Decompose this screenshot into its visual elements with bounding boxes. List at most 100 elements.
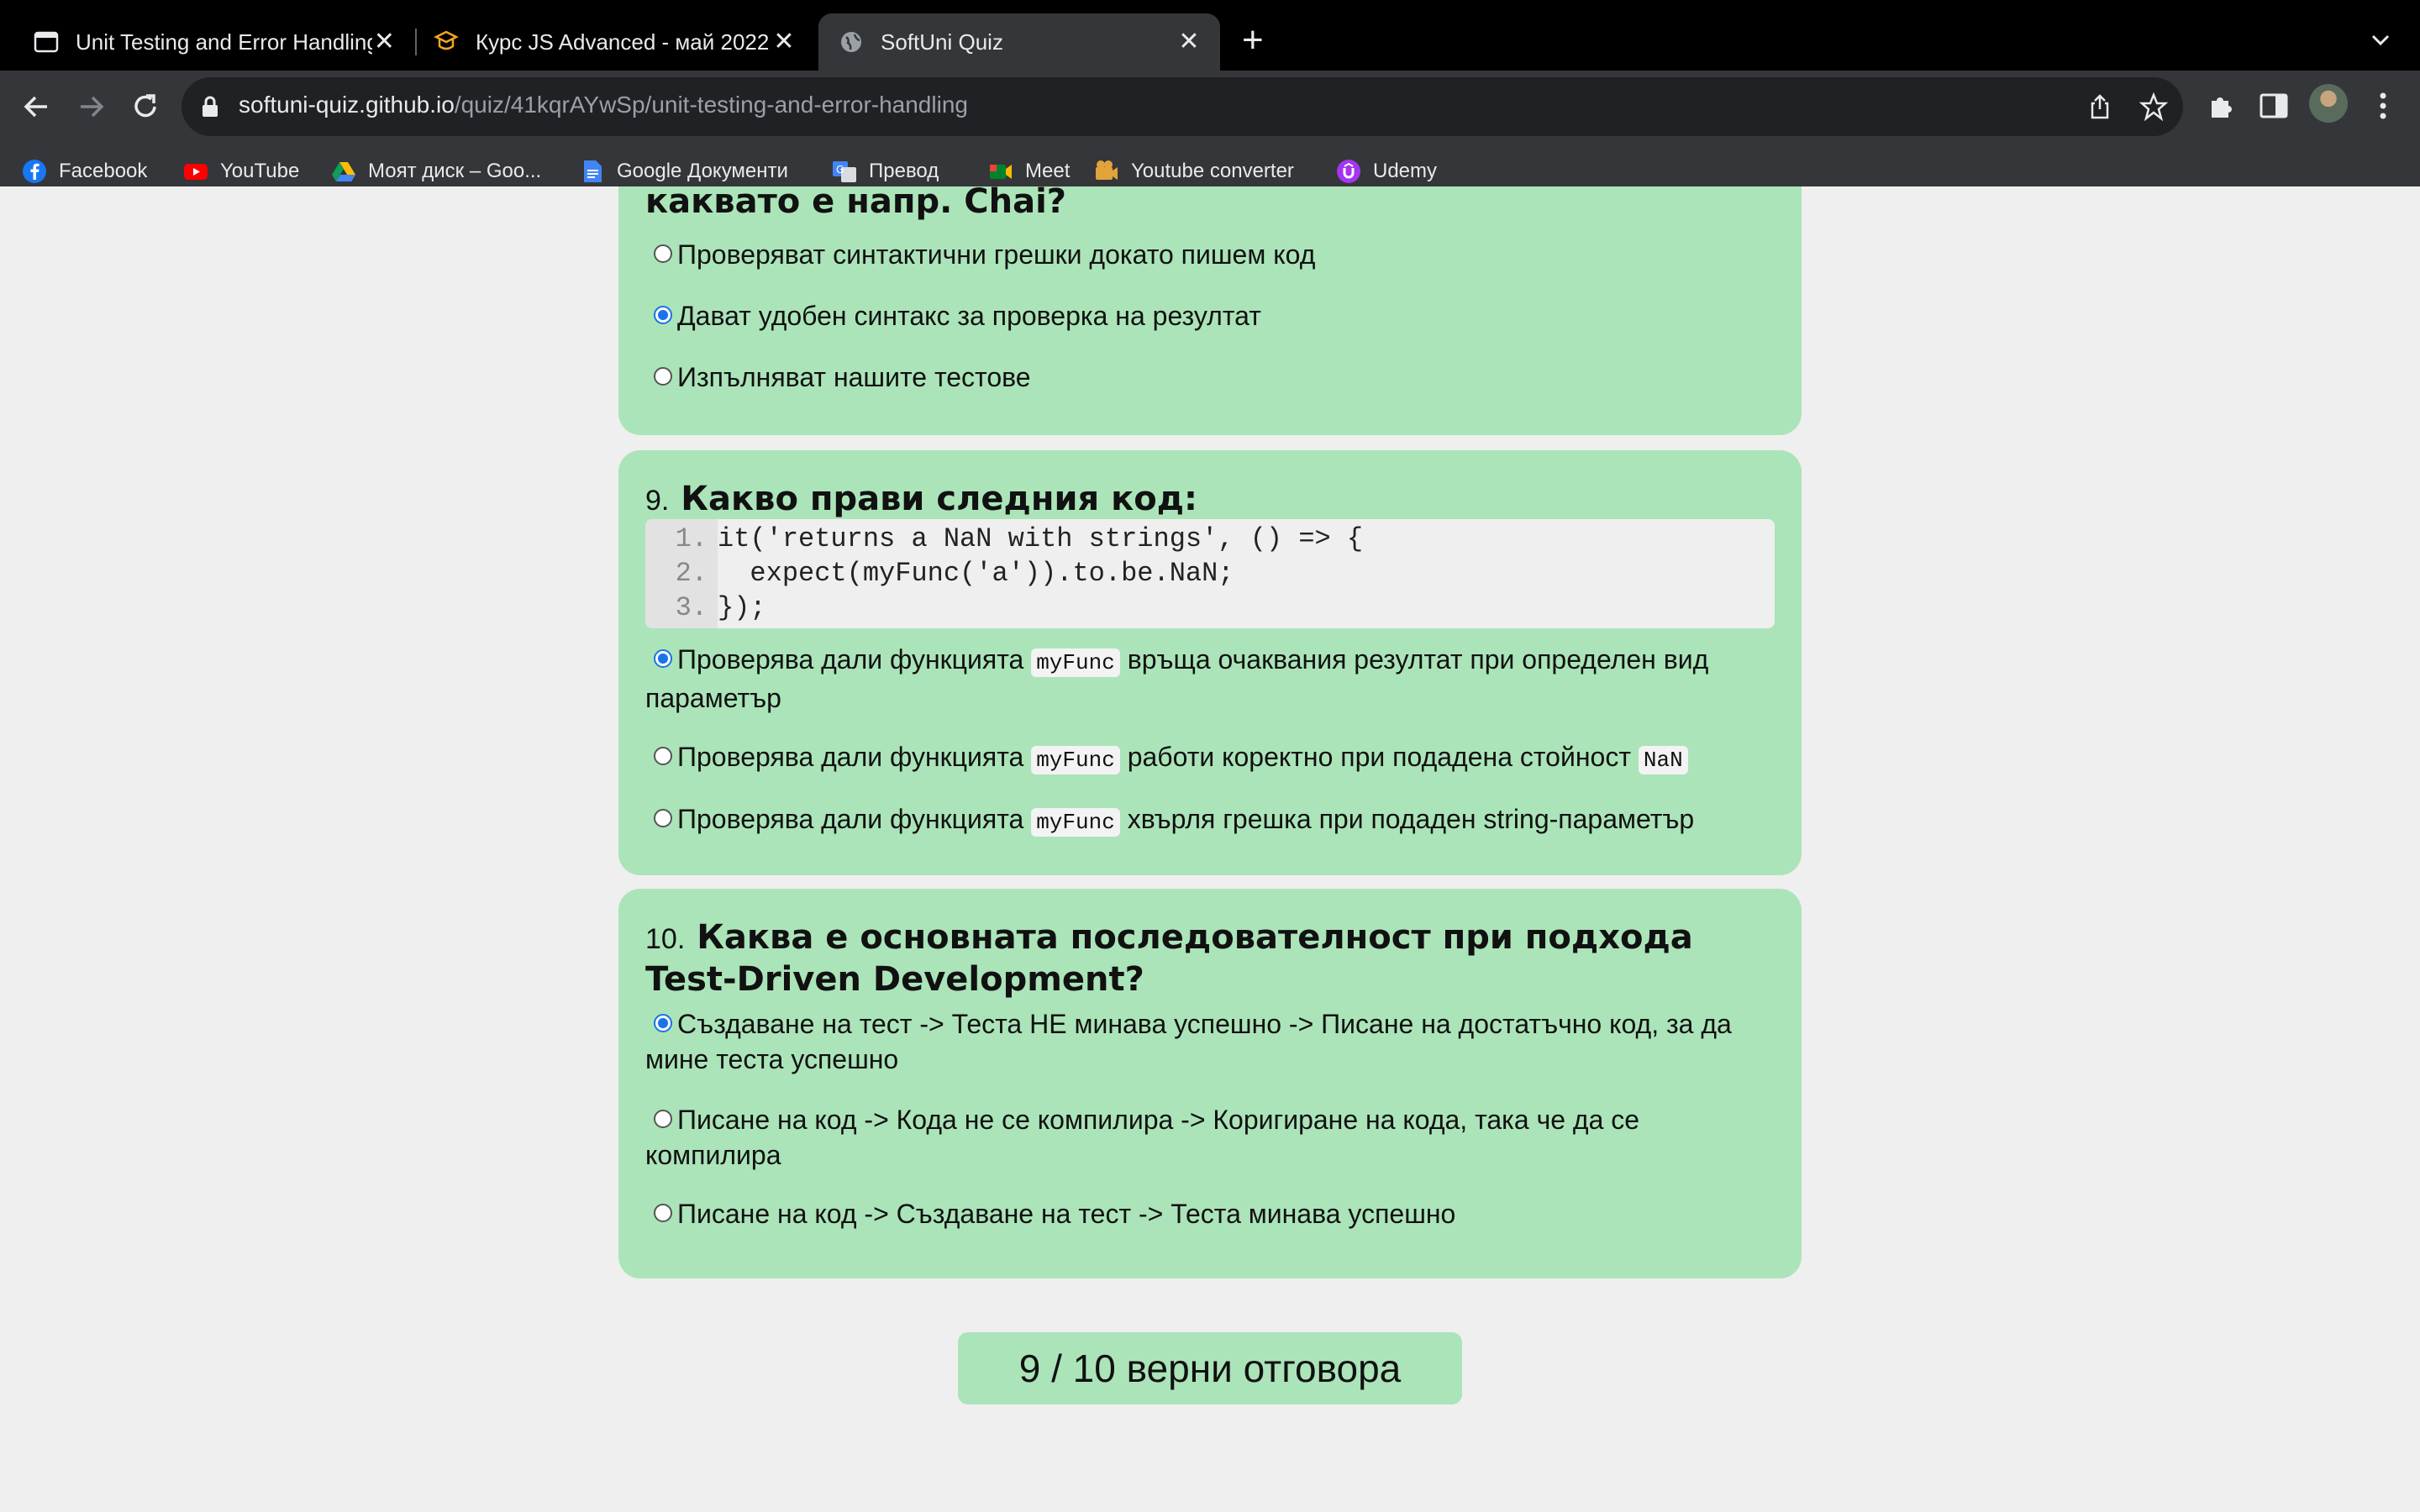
reload-icon[interactable]: [126, 87, 165, 126]
answer-text: Създаване на тест -> Теста НЕ минава усп…: [645, 1009, 1732, 1074]
code-line: 2. expect(myFunc('a')).to.be.NaN;: [645, 557, 1775, 591]
radio-button[interactable]: [654, 244, 672, 263]
bookmark-label: Udemy: [1373, 160, 1438, 182]
answer-option[interactable]: Проверяват синтактични грешки докато пиш…: [645, 237, 1771, 272]
google-meet-icon: [990, 165, 1012, 179]
radio-button-selected[interactable]: [654, 649, 672, 668]
tab-softuni-quiz[interactable]: SoftUni Quiz ✕: [818, 13, 1220, 71]
answer-option[interactable]: Проверява дали функцията myFunc работи к…: [645, 739, 1771, 778]
tab-title: Unit Testing and Error Handling: [76, 29, 372, 55]
answer-text: Проверяват синтактични грешки докато пиш…: [677, 239, 1316, 270]
code-block: 1. it('returns a NaN with strings', () =>…: [645, 519, 1775, 628]
svg-text:G: G: [836, 164, 844, 176]
inline-code: myFunc: [1031, 808, 1120, 837]
score-result: 9 / 10 верни отговора: [958, 1332, 1462, 1404]
bookmark-label: Youtube converter: [1131, 160, 1294, 182]
lock-icon[interactable]: [200, 96, 220, 118]
bookmark-label: Facebook: [59, 160, 148, 182]
answer-option[interactable]: Проверява дали функцията myFunc хвърля г…: [645, 801, 1771, 840]
chevron-down-icon[interactable]: [2370, 29, 2391, 50]
radio-button-selected[interactable]: [654, 1014, 672, 1032]
new-tab-button[interactable]: +: [1242, 22, 1264, 59]
tab-strip: Unit Testing and Error Handling ✕ Курс J…: [0, 0, 2420, 71]
line-number: 2.: [675, 558, 708, 589]
radio-button[interactable]: [654, 367, 672, 386]
question-card-9: 9. Какво прави следния код: 1. it('return…: [618, 450, 1802, 875]
tab-unit-testing[interactable]: Unit Testing and Error Handling ✕: [0, 13, 415, 71]
answer-option[interactable]: Проверява дали функцията myFunc връща оч…: [645, 642, 1771, 716]
globe-icon: [841, 32, 861, 52]
question-title: 9. Какво прави следния код:: [645, 479, 1197, 521]
line-number: 1.: [675, 523, 708, 554]
google-drive-icon: [332, 162, 355, 181]
code-line: 3.});: [645, 591, 1775, 625]
inline-code: myFunc: [1031, 648, 1120, 677]
question-number: 9.: [645, 485, 670, 517]
question-card-8: каквато е напр. Chai? Проверяват синтакт…: [618, 186, 1802, 435]
question-card-10: 10. Каква е основната последователност п…: [618, 889, 1802, 1278]
answer-option[interactable]: Дават удобен синтакс за проверка на резу…: [645, 298, 1771, 333]
question-text: Каква е основната последователност при п…: [645, 918, 1693, 999]
extensions-puzzle-icon[interactable]: [2205, 89, 2238, 123]
window-icon: [34, 31, 59, 53]
share-icon[interactable]: [2086, 92, 2114, 121]
answer-text: Писане на код -> Кода не се компилира ->…: [645, 1105, 1640, 1170]
bookmark-label: YouTube: [220, 160, 300, 182]
bookmark-label: Meet: [1025, 160, 1071, 182]
facebook-icon: [23, 160, 46, 183]
forward-arrow-icon[interactable]: [72, 87, 111, 126]
answer-option[interactable]: Създаване на тест -> Теста НЕ минава усп…: [645, 1006, 1771, 1077]
answer-option[interactable]: Писане на код -> Създаване на тест -> Те…: [645, 1196, 1771, 1231]
answer-text: хвърля грешка при подаден string-парамет…: [1127, 804, 1695, 834]
url-host: softuni-quiz.github.io: [239, 92, 455, 118]
browser-toolbar: softuni-quiz.github.io/quiz/41kqrAYwSp/u…: [0, 71, 2420, 202]
bookmark-label: Google Документи: [617, 160, 788, 182]
answer-text: Проверява дали функцията: [677, 804, 1024, 834]
radio-button[interactable]: [654, 1110, 672, 1128]
code-text: });: [718, 592, 766, 623]
tab-close-icon[interactable]: ✕: [771, 29, 797, 55]
question-title: 10. Каква е основната последователност п…: [645, 917, 1771, 1000]
radio-button[interactable]: [654, 747, 672, 765]
radio-button[interactable]: [654, 1204, 672, 1222]
inline-code: myFunc: [1031, 746, 1120, 774]
softuni-logo-icon: [434, 30, 459, 50]
answer-option[interactable]: Писане на код -> Кода не се компилира ->…: [645, 1102, 1771, 1173]
answer-text: работи коректно при подадена стойност: [1127, 742, 1631, 772]
bookmark-label: Моят диск – Goo...: [368, 160, 542, 182]
converter-icon: [1096, 160, 1118, 180]
question-number: 10.: [645, 923, 686, 955]
tab-title: SoftUni Quiz: [881, 29, 1003, 55]
code-text: expect(myFunc('a')).to.be.NaN;: [718, 558, 1234, 589]
url-text[interactable]: softuni-quiz.github.io/quiz/41kqrAYwSp/u…: [239, 92, 968, 118]
profile-avatar[interactable]: [2309, 84, 2348, 123]
tab-close-icon[interactable]: ✕: [372, 29, 397, 55]
google-translate-icon: G: [833, 161, 856, 182]
answer-option[interactable]: Изпълняват нашите тестове: [645, 360, 1771, 395]
answer-text: Писане на код -> Създаване на тест -> Те…: [677, 1199, 1456, 1229]
question-text: Какво прави следния код:: [681, 480, 1198, 518]
bookmark-label: Превод: [869, 160, 939, 182]
tab-js-advanced[interactable]: Курс JS Advanced - май 2022 ✕: [417, 13, 815, 71]
code-line: 1. it('returns a NaN with strings', () =>…: [645, 522, 1775, 556]
quiz-page: каквато е напр. Chai? Проверяват синтакт…: [0, 186, 2420, 1512]
udemy-icon: [1337, 160, 1360, 183]
answer-text: Дават удобен синтакс за проверка на резу…: [677, 301, 1261, 331]
tab-close-icon[interactable]: ✕: [1176, 29, 1202, 55]
side-panel-icon[interactable]: [2257, 89, 2291, 123]
tab-title: Курс JS Advanced - май 2022: [476, 29, 770, 55]
question-title: каквато е напр. Chai?: [645, 186, 1066, 221]
google-docs-icon: [584, 160, 602, 182]
inline-code: NaN: [1638, 746, 1688, 774]
bookmark-star-icon[interactable]: [2139, 92, 2168, 121]
answer-text: Изпълняват нашите тестове: [677, 362, 1031, 392]
youtube-icon: [184, 164, 208, 180]
answer-text: Проверява дали функцията: [677, 742, 1024, 772]
code-text: it('returns a NaN with strings', () => {: [718, 523, 1364, 554]
answer-text: Проверява дали функцията: [677, 644, 1024, 675]
more-menu-icon[interactable]: [2366, 89, 2400, 123]
radio-button[interactable]: [654, 809, 672, 827]
address-bar[interactable]: softuni-quiz.github.io/quiz/41kqrAYwSp/u…: [182, 77, 2183, 136]
back-arrow-icon[interactable]: [17, 87, 55, 126]
radio-button-selected[interactable]: [654, 306, 672, 324]
